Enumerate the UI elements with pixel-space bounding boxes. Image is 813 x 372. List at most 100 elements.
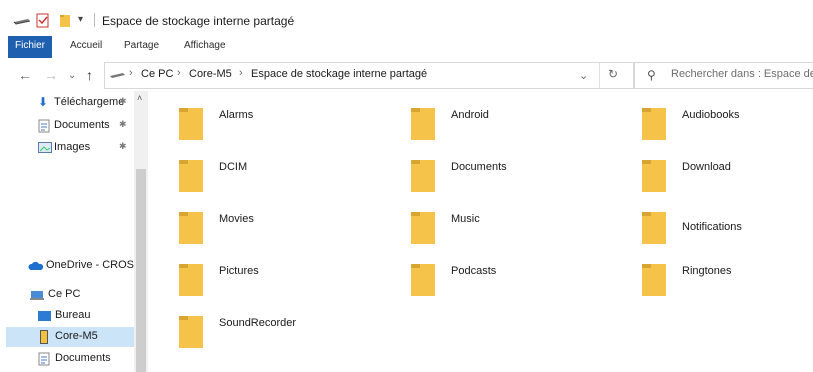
- folder-alarms[interactable]: Alarms: [178, 101, 388, 145]
- cloud-icon: [28, 261, 44, 274]
- nav-item-images[interactable]: Images ✱: [0, 138, 134, 158]
- pin-icon[interactable]: ✱: [119, 141, 127, 152]
- tab-partage[interactable]: Partage: [124, 40, 159, 51]
- folder-icon: [410, 105, 436, 144]
- folder-label: Pictures: [219, 265, 259, 277]
- chevron-right-icon[interactable]: ›: [177, 67, 181, 79]
- ribbon: Fichier Accueil Partage Affichage: [0, 36, 813, 59]
- scrollbar-thumb[interactable]: [136, 169, 146, 372]
- nav-item-label: Téléchargeme: [54, 96, 125, 108]
- folder-label: Ringtones: [682, 265, 732, 277]
- tab-fichier[interactable]: Fichier: [8, 36, 52, 58]
- folder-ringtones[interactable]: Ringtones: [641, 257, 813, 301]
- folder-icon: [410, 157, 436, 196]
- pin-icon[interactable]: ✱: [119, 96, 127, 107]
- folder-icon: [178, 209, 204, 248]
- download-icon: ⬇: [38, 95, 49, 109]
- tab-accueil[interactable]: Accueil: [70, 40, 102, 51]
- folder-view: Alarms Android Audiobooks DCIM Documents…: [150, 91, 813, 372]
- document-icon: [38, 119, 50, 136]
- refresh-icon[interactable]: ↻: [608, 67, 618, 81]
- up-arrow-icon[interactable]: ↑: [86, 67, 93, 83]
- nav-item-label: Core-M5: [55, 330, 98, 342]
- folder-label: Alarms: [219, 109, 254, 121]
- breadcrumb-storage[interactable]: Espace de stockage interne partagé: [251, 68, 427, 80]
- folder-dcim[interactable]: DCIM: [178, 153, 388, 197]
- nav-item-label: Images: [54, 141, 91, 153]
- recent-locations-icon[interactable]: ⌄: [68, 70, 76, 81]
- folder-download[interactable]: Download: [641, 153, 813, 197]
- nav-item-onedrive[interactable]: OneDrive - CROSS: [0, 256, 134, 276]
- pin-icon[interactable]: ✱: [119, 119, 127, 130]
- folder-label: Music: [451, 213, 480, 225]
- tab-affichage[interactable]: Affichage: [184, 40, 226, 51]
- folder-icon: [410, 209, 436, 248]
- folder-icon: [641, 209, 667, 248]
- breadcrumb-ce-pc[interactable]: Ce PC: [141, 68, 173, 80]
- folder-soundrecorder[interactable]: SoundRecorder: [178, 309, 388, 353]
- phone-icon: [40, 330, 48, 347]
- nav-item-documents-pc[interactable]: Documents: [0, 349, 134, 369]
- image-icon: [38, 142, 52, 156]
- folder-icon: [641, 261, 667, 300]
- desktop-icon: [38, 311, 51, 324]
- folder-documents[interactable]: Documents: [410, 153, 620, 197]
- folder-android[interactable]: Android: [410, 101, 620, 145]
- navigation-pane: ⬇ Téléchargeme ✱ Documents ✱ Images ✱ On…: [0, 91, 150, 372]
- nav-item-ce-pc[interactable]: Ce PC: [0, 285, 134, 305]
- new-folder-icon[interactable]: [58, 12, 72, 28]
- chevron-right-icon[interactable]: ›: [129, 67, 133, 79]
- divider: [599, 63, 600, 88]
- folder-icon: [641, 157, 667, 196]
- nav-item-label: Documents: [54, 119, 110, 131]
- folder-label: SoundRecorder: [219, 317, 297, 329]
- folder-icon: [178, 105, 204, 144]
- breadcrumb-core-m5[interactable]: Core-M5: [189, 68, 232, 80]
- nav-item-label: OneDrive - CROSS: [46, 259, 134, 271]
- folder-label: Podcasts: [451, 265, 497, 277]
- search-box[interactable]: ⚲ Rechercher dans : Espace de s: [634, 62, 813, 89]
- nav-item-label: Ce PC: [48, 288, 81, 300]
- folder-label: Android: [451, 109, 489, 121]
- folder-icon: [641, 105, 667, 144]
- chevron-down-icon[interactable]: ⌄: [579, 69, 588, 82]
- customize-quick-access-icon[interactable]: ▾: [78, 14, 83, 30]
- folder-label: Documents: [451, 161, 507, 173]
- drive-icon: [109, 69, 127, 84]
- nav-item-documents[interactable]: Documents ✱: [0, 116, 134, 136]
- folder-icon: [178, 313, 204, 352]
- folder-notifications[interactable]: Notifications: [641, 205, 813, 249]
- separator: [94, 13, 95, 27]
- nav-item-label: Bureau: [55, 309, 91, 321]
- address-bar[interactable]: › Ce PC › Core-M5 › Espace de stockage i…: [104, 62, 634, 89]
- forward-arrow-icon[interactable]: →: [44, 67, 58, 83]
- nav-item-bureau[interactable]: Bureau: [0, 306, 134, 326]
- search-icon: ⚲: [647, 68, 656, 82]
- search-placeholder[interactable]: Rechercher dans : Espace de s: [671, 68, 813, 80]
- computer-icon: [30, 289, 46, 304]
- nav-item-core-m5[interactable]: Core-M5: [6, 327, 134, 347]
- folder-icon: [178, 261, 204, 300]
- drive-icon: [12, 12, 32, 28]
- folder-pictures[interactable]: Pictures: [178, 257, 388, 301]
- folder-label: Movies: [219, 213, 254, 225]
- chevron-right-icon[interactable]: ›: [239, 67, 243, 79]
- folder-movies[interactable]: Movies: [178, 205, 388, 249]
- nav-item-downloads[interactable]: ⬇ Téléchargeme ✱: [0, 93, 134, 113]
- navigation-scrollbar[interactable]: ˄: [134, 91, 148, 372]
- folder-label: DCIM: [219, 161, 248, 173]
- folder-icon: [410, 261, 436, 300]
- folder-label: Audiobooks: [682, 109, 740, 121]
- folder-podcasts[interactable]: Podcasts: [410, 257, 620, 301]
- folder-music[interactable]: Music: [410, 205, 620, 249]
- folder-audiobooks[interactable]: Audiobooks: [641, 101, 813, 145]
- properties-icon[interactable]: [36, 12, 50, 28]
- title-bar: ▾ Espace de stockage interne partagé: [0, 0, 813, 36]
- folder-label: Download: [682, 161, 731, 173]
- back-arrow-icon[interactable]: ←: [18, 67, 32, 83]
- scroll-up-icon[interactable]: ˄: [137, 93, 142, 103]
- folder-icon: [178, 157, 204, 196]
- window-title: Espace de stockage interne partagé: [102, 14, 295, 28]
- folder-label: Notifications: [682, 221, 742, 233]
- document-icon: [38, 352, 50, 369]
